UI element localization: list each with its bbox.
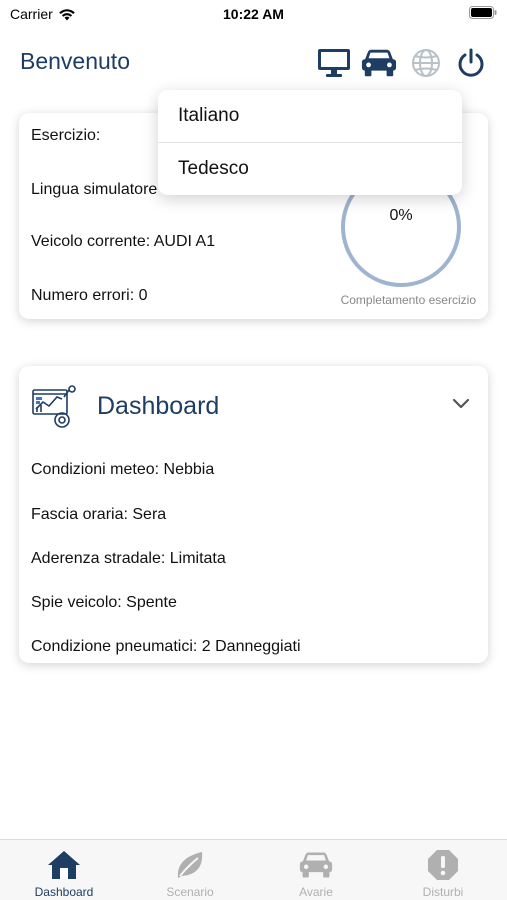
fascia-oraria-row: Fascia oraria: Sera xyxy=(31,506,167,523)
tab-avarie[interactable]: Avarie xyxy=(253,848,379,899)
dropdown-divider xyxy=(158,142,462,143)
chevron-down-icon[interactable] xyxy=(452,398,470,410)
progress-caption: Completamento esercizio xyxy=(340,293,476,307)
tab-label-scenario: Scenario xyxy=(166,885,214,899)
tab-dashboard[interactable]: Dashboard xyxy=(1,848,127,899)
battery-icon xyxy=(469,6,497,24)
progress-percentage: 0% xyxy=(389,207,413,224)
car-icon[interactable] xyxy=(361,45,397,81)
monitor-icon[interactable] xyxy=(316,45,352,81)
condizione-pneumatici-row: Condizione pneumatici: 2 Danneggiati xyxy=(31,638,301,655)
home-icon xyxy=(47,848,81,882)
tab-label-dashboard: Dashboard xyxy=(34,885,94,899)
app-header: Benvenuto xyxy=(0,40,507,90)
veicolo-corrente-label: Veicolo corrente: AUDI A1 xyxy=(31,233,216,250)
leaf-icon xyxy=(173,848,207,882)
language-dropdown: Italiano Tedesco xyxy=(158,90,462,195)
spie-veicolo-row: Spie veicolo: Spente xyxy=(31,594,177,611)
status-time: 10:22 AM xyxy=(223,6,284,22)
tab-label-disturbi: Disturbi xyxy=(422,885,464,899)
tab-disturbi[interactable]: Disturbi xyxy=(380,848,506,899)
language-option-tedesco[interactable]: Tedesco xyxy=(178,158,249,180)
alert-icon xyxy=(426,848,460,882)
tab-label-avarie: Avarie xyxy=(299,885,333,899)
dashboard-card: Dashboard Condizioni meteo: Nebbia Fasci… xyxy=(19,366,488,663)
page-title: Benvenuto xyxy=(20,48,130,74)
globe-icon[interactable] xyxy=(408,45,444,81)
numero-errori-label: Numero errori: 0 xyxy=(31,287,148,304)
esercizio-label: Esercizio: xyxy=(31,127,101,144)
language-option-italiano[interactable]: Italiano xyxy=(178,105,239,127)
dashboard-analytics-icon xyxy=(32,385,76,428)
power-icon[interactable] xyxy=(453,45,489,81)
aderenza-stradale-row: Aderenza stradale: Limitata xyxy=(31,550,226,567)
car-icon xyxy=(299,848,333,882)
meteo-row: Condizioni meteo: Nebbia xyxy=(31,461,215,478)
tab-bar: Dashboard Scenario Avarie Disturbi xyxy=(0,839,507,900)
status-bar: Carrier 10:22 AM xyxy=(0,0,507,30)
lingua-simulatore-label: Lingua simulatore xyxy=(31,181,158,198)
dashboard-title: Dashboard xyxy=(97,392,220,420)
tab-scenario[interactable]: Scenario xyxy=(127,848,253,899)
